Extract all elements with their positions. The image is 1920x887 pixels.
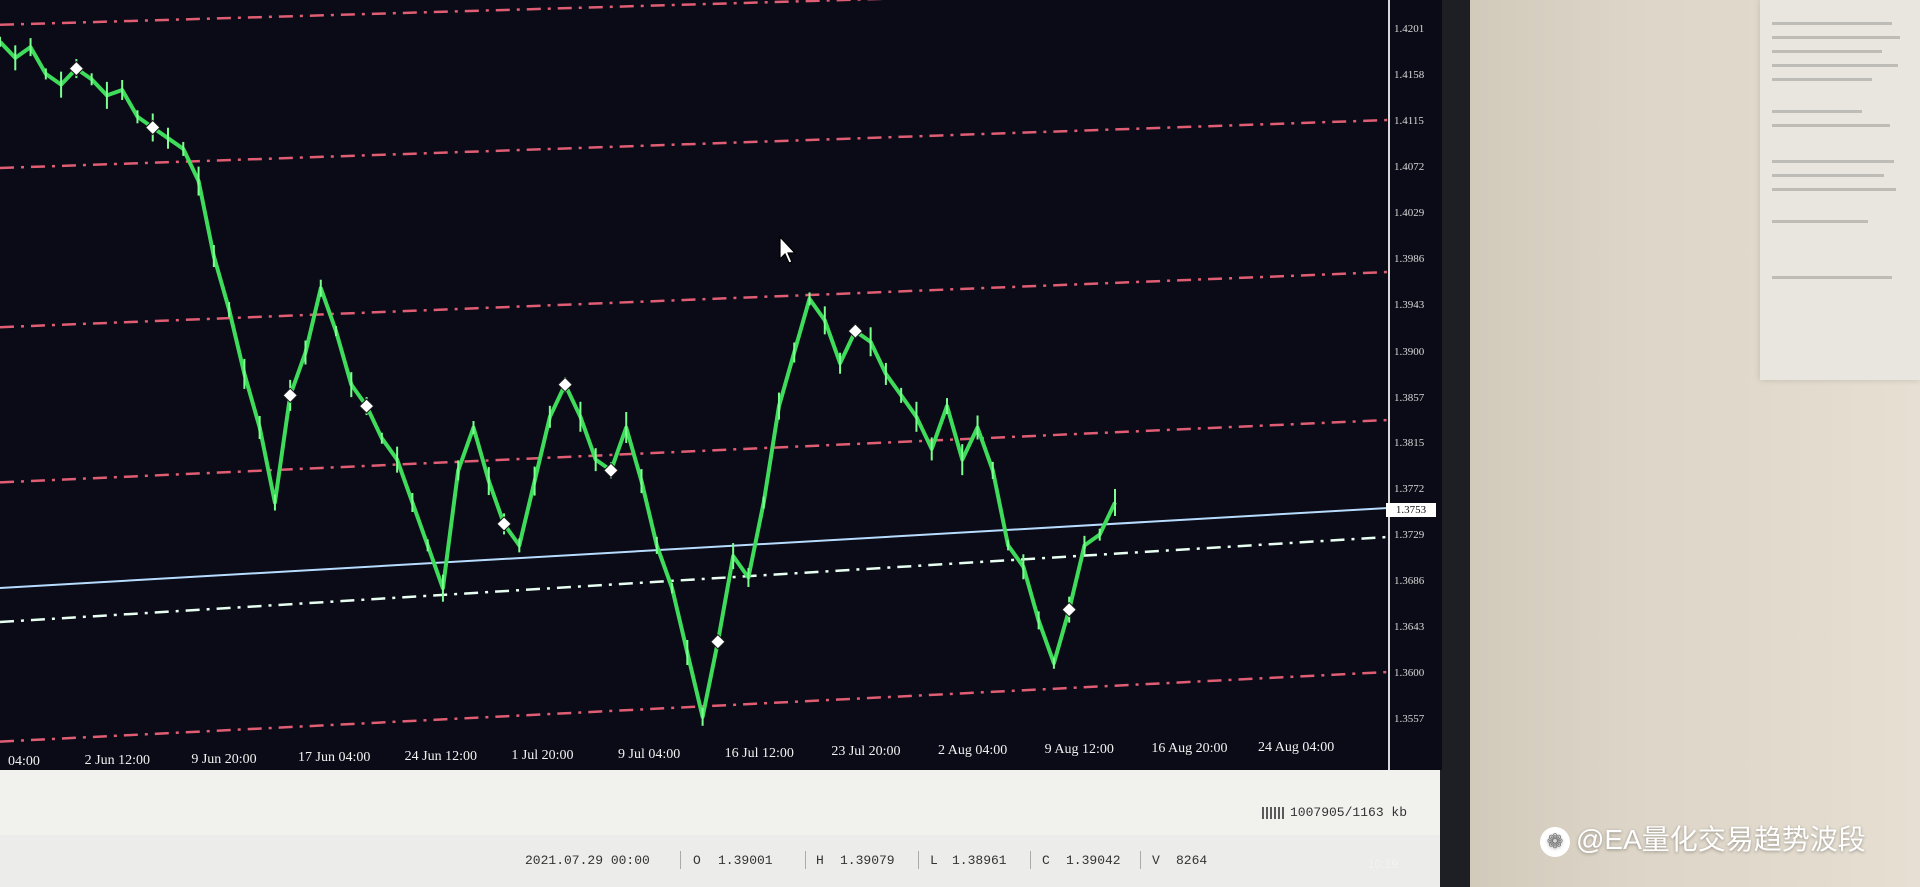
watermark: ❁ @EA量化交易趋势波段 — [1540, 818, 1866, 858]
time-tick-label: 2 Jun 12:00 — [84, 752, 150, 768]
price-chart[interactable] — [0, 0, 1389, 770]
price-tick-label: 1.3729 — [1394, 528, 1425, 541]
price-tick-label: 1.3900 — [1394, 345, 1425, 358]
traffic-indicator: 1007905/1163 kb — [1262, 805, 1407, 820]
status-close: 1.39042 — [1066, 853, 1121, 868]
status-high-label: H — [816, 853, 824, 868]
price-tick-label: 1.3686 — [1394, 574, 1425, 587]
level-line[interactable] — [0, 535, 1389, 624]
level-line[interactable] — [0, 270, 1389, 329]
price-tick-label: 1.4158 — [1394, 69, 1425, 82]
taskbar-clock: 10:19 — [1368, 857, 1399, 871]
level-line[interactable] — [0, 0, 1388, 27]
time-axis: 04:00 2 Jun 12:00 9 Jun 20:00 17 Jun 04:00 2… — [0, 740, 1388, 770]
paper-note — [1760, 0, 1920, 380]
price-tick-label: 1.3857 — [1394, 391, 1425, 404]
price-tick-label: 1.4072 — [1394, 161, 1425, 174]
time-tick-label: 9 Jun 20:00 — [191, 751, 257, 767]
current-price-label: 1.3753 — [1386, 503, 1436, 517]
status-separator — [918, 851, 919, 869]
connection-bars-icon — [1262, 806, 1286, 819]
trading-terminal-screen: 1.4201 1.4158 1.4115 1.4072 1.4029 1.3986 1.39… — [0, 0, 1442, 887]
level-line[interactable] — [0, 418, 1389, 484]
price-axis: 1.4201 1.4158 1.4115 1.4072 1.4029 1.3986 1.39… — [1388, 0, 1442, 770]
status-close-label: C — [1042, 853, 1050, 868]
price-tick-label: 1.3557 — [1394, 713, 1425, 725]
trade-marker-icon[interactable] — [710, 634, 726, 650]
time-tick-label: 16 Jul 12:00 — [724, 745, 794, 761]
price-tick-label: 1.4201 — [1394, 23, 1425, 35]
status-datetime: 2021.07.29 00:00 — [525, 853, 650, 868]
trade-marker-icon[interactable] — [557, 376, 573, 393]
status-low-label: L — [930, 853, 938, 868]
status-bar: 2021.07.29 00:00 O 1.39001 H 1.39079 L 1… — [0, 835, 1440, 887]
price-tick-label: 1.3600 — [1394, 666, 1425, 679]
trade-marker-icon[interactable] — [1061, 601, 1077, 618]
time-tick-label: 9 Aug 12:00 — [1044, 742, 1114, 757]
time-tick-label: 17 Jun 04:00 — [298, 750, 371, 766]
mouse-cursor-icon — [779, 235, 797, 264]
time-tick-label: 9 Jul 04:00 — [618, 746, 681, 762]
time-tick-label: 2 Aug 04:00 — [938, 743, 1008, 759]
price-tick-label: 1.3815 — [1394, 436, 1425, 449]
price-tick-label: 1.3643 — [1394, 620, 1425, 633]
status-separator — [680, 851, 681, 869]
time-tick-label: 1 Jul 20:00 — [511, 748, 574, 763]
status-open-label: O — [693, 853, 701, 868]
time-tick-label: 16 Aug 20:00 — [1151, 740, 1228, 756]
level-line[interactable] — [0, 118, 1389, 170]
price-chart-svg — [0, 0, 1389, 743]
price-tick-label: 1.3986 — [1394, 253, 1425, 266]
time-tick-label: 23 Jul 20:00 — [831, 744, 901, 760]
status-volume-label: V — [1152, 853, 1160, 868]
status-volume: 8264 — [1176, 853, 1208, 868]
trend-line[interactable] — [0, 507, 1389, 589]
status-separator — [1030, 851, 1031, 869]
status-separator — [1140, 851, 1141, 869]
status-separator — [805, 851, 806, 869]
status-high: 1.39079 — [840, 853, 895, 868]
time-tick-label: 04:00 — [8, 754, 40, 769]
time-tick-label: 24 Jun 12:00 — [404, 749, 477, 765]
watermark-text: @EA量化交易趋势波段 — [1576, 824, 1866, 855]
time-tick-label: 24 Aug 04:00 — [1258, 739, 1335, 755]
status-open: 1.39001 — [718, 853, 773, 868]
status-low: 1.38961 — [952, 853, 1007, 868]
price-tick-label: 1.3772 — [1394, 482, 1425, 495]
watermark-logo-icon: ❁ — [1540, 826, 1570, 857]
traffic-text: 1007905/1163 kb — [1290, 805, 1408, 820]
price-tick-label: 1.4029 — [1394, 207, 1425, 220]
price-tick-label: 1.4115 — [1394, 115, 1424, 128]
trade-marker-icon[interactable] — [282, 387, 298, 404]
price-tick-label: 1.3943 — [1394, 299, 1425, 312]
